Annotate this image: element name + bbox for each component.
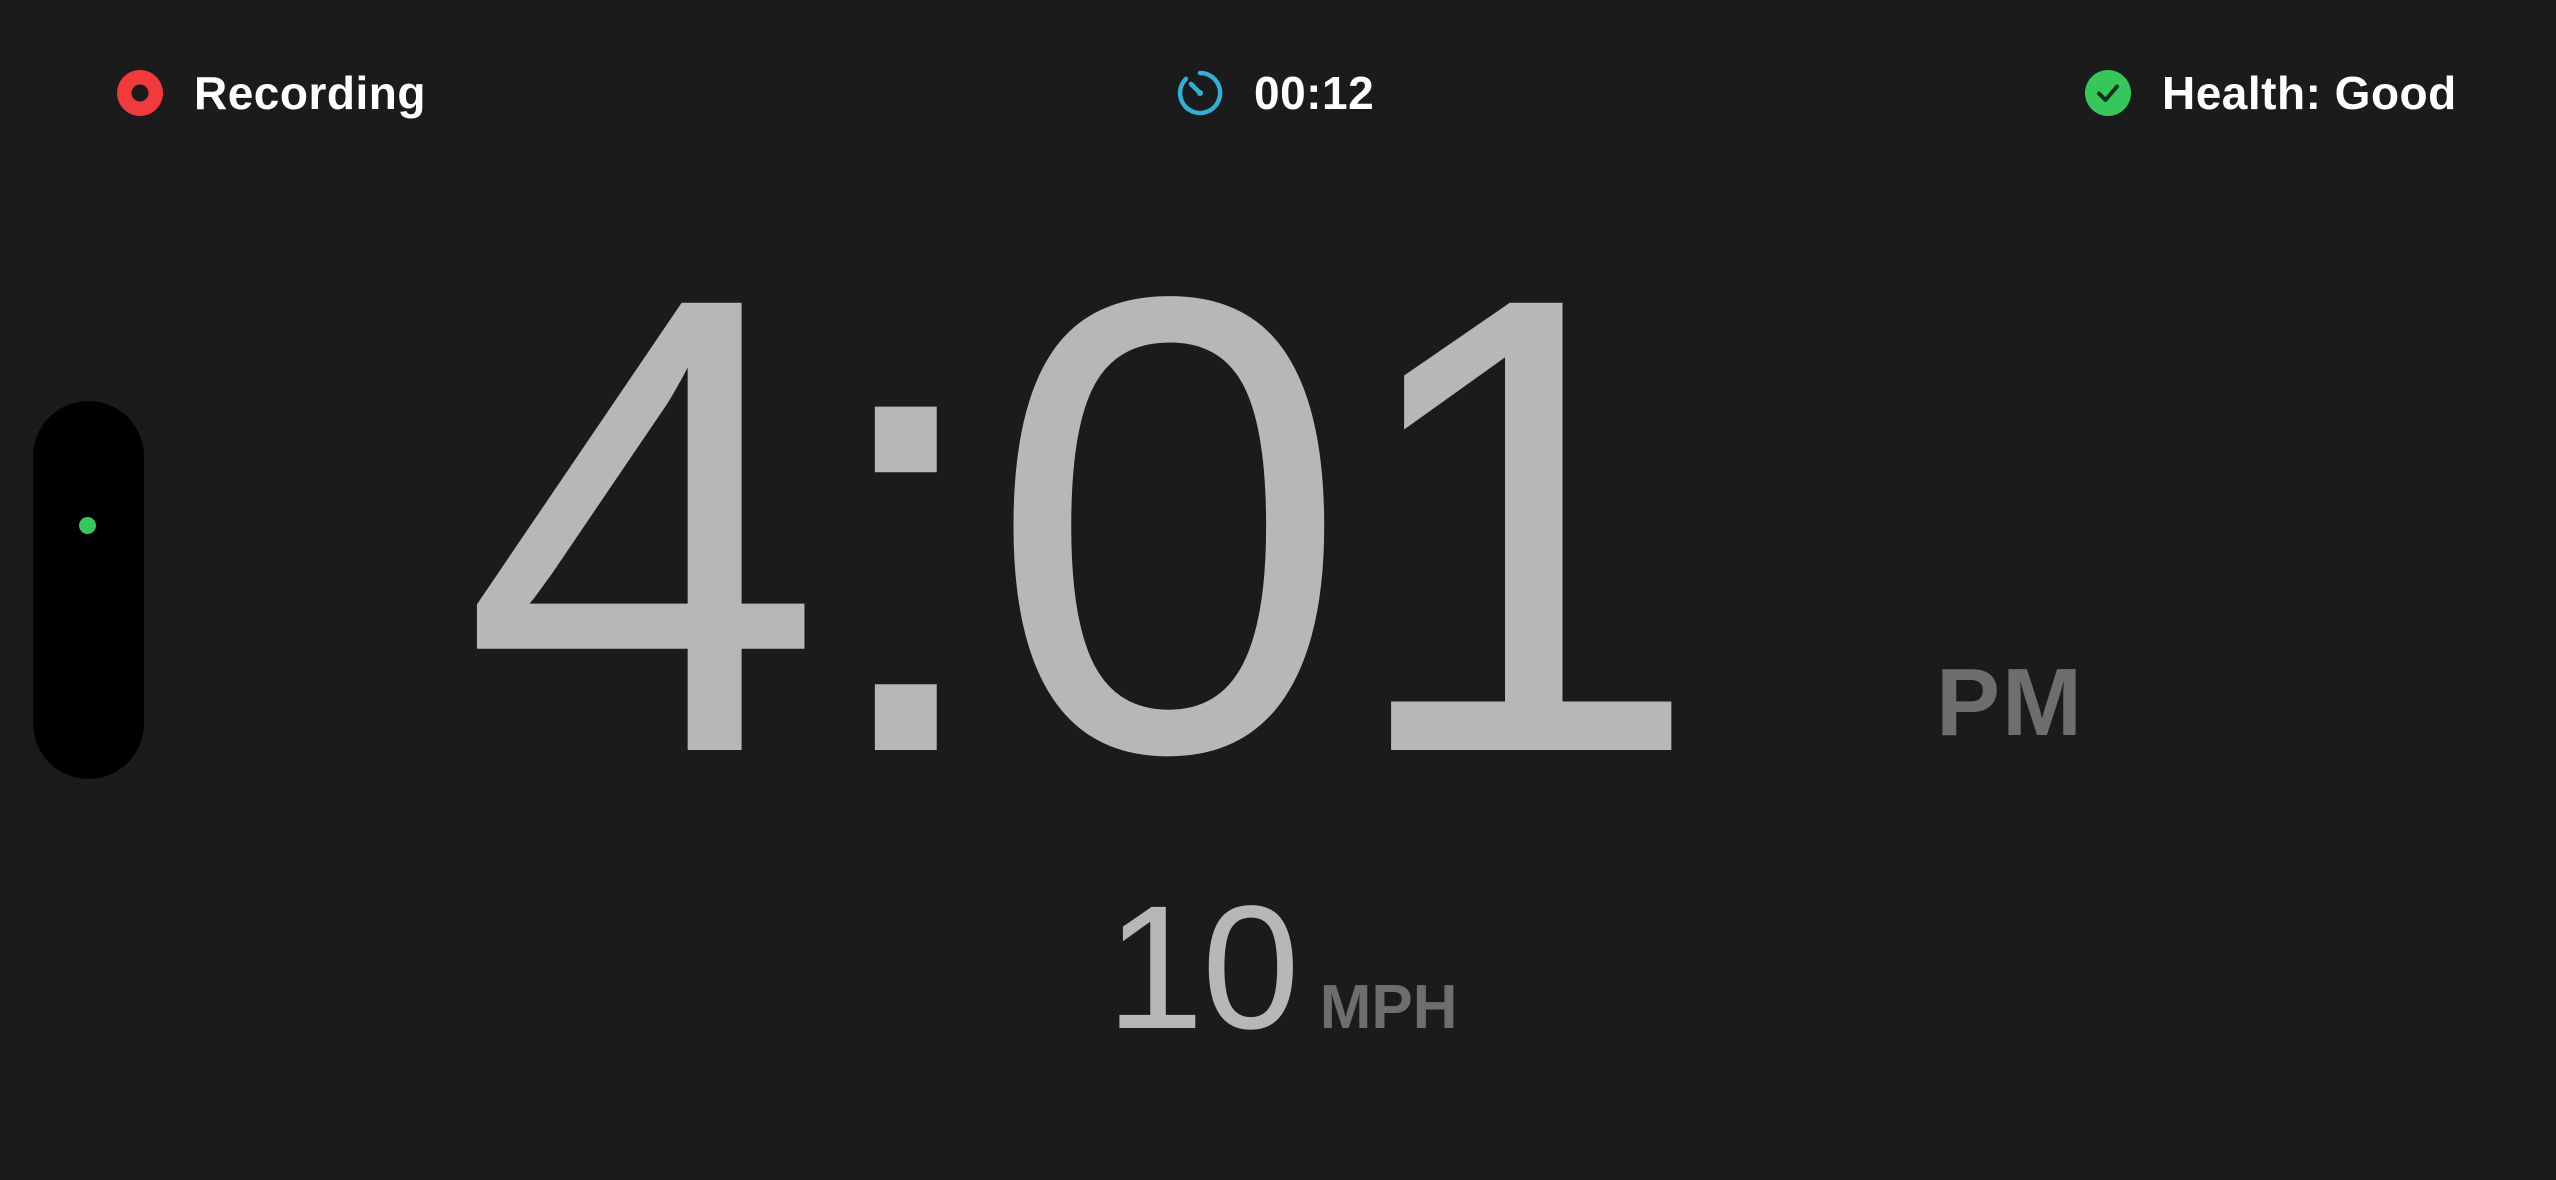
timer-value: 00:12 [1254,67,1375,119]
camera-indicator-dot [79,517,96,534]
dashcam-screen: Recording 00:12 Health: Good 4:01 PM 10 [0,0,2556,1180]
checkmark-circle-icon [2084,69,2132,117]
speed-value: 10 [1106,870,1300,1066]
health-label: Health: Good [2162,67,2457,119]
timer-icon [1176,69,1224,117]
clock-time: 4:01 [462,162,1703,888]
health-status[interactable]: Health: Good [2084,56,2457,130]
speed-unit: MPH [1319,973,1458,1042]
record-icon [116,69,164,117]
recording-timer: 00:12 [1176,56,1374,130]
clock-period: PM [1936,649,2084,756]
recording-status[interactable]: Recording [116,56,426,130]
dynamic-island [33,401,144,779]
speed-readout: 10 MPH [1106,880,1458,1056]
recording-label: Recording [194,67,426,119]
